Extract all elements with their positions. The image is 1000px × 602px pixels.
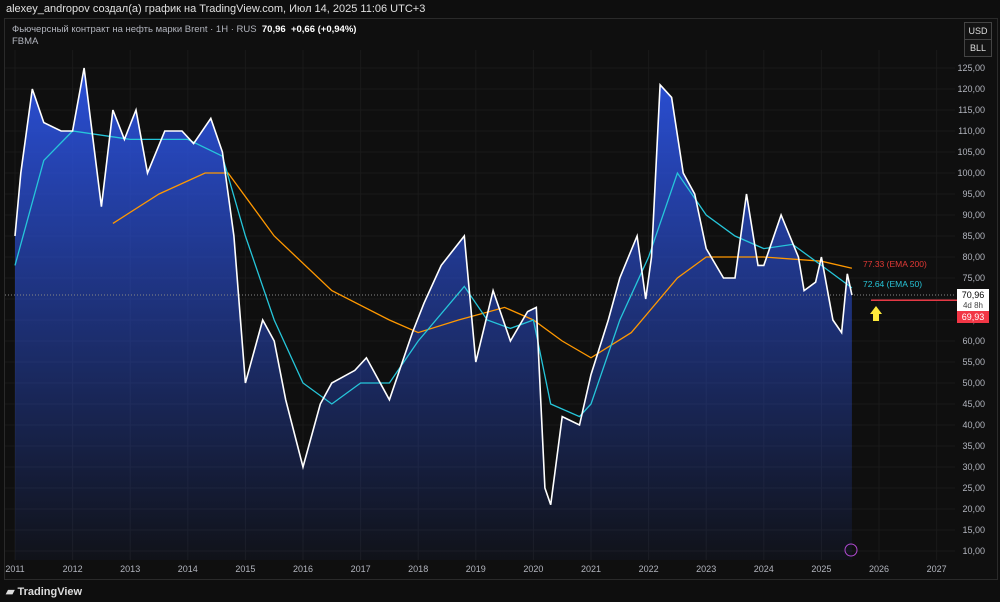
countdown-label: 4d 8h — [963, 301, 983, 310]
symbol-name: Фьючерсный контракт на нефть марки Brent… — [12, 24, 257, 35]
logo-icon: ▰ — [6, 586, 18, 598]
x-tick-label: 2020 — [523, 564, 543, 574]
price-area — [15, 68, 852, 560]
x-tick-label: 2012 — [63, 564, 83, 574]
ticker: FBMA — [12, 36, 39, 47]
y-tick-label: 75,00 — [962, 273, 985, 283]
y-tick-label: 45,00 — [962, 399, 985, 409]
last-price: 70,96 — [261, 24, 286, 35]
y-tick-label: 60,00 — [962, 336, 985, 346]
x-tick-label: 2026 — [869, 564, 889, 574]
symbol-legend: Фьючерсный контракт на нефть марки Brent… — [12, 24, 356, 35]
x-tick-label: 2011 — [5, 564, 24, 574]
unit-button[interactable]: BLL — [964, 39, 992, 57]
x-tick-label: 2013 — [120, 564, 140, 574]
x-tick-label: 2017 — [351, 564, 371, 574]
x-tick-label: 2018 — [408, 564, 428, 574]
y-tick-label: 55,00 — [962, 357, 985, 367]
prev-price-label: 69,93 — [962, 312, 985, 322]
y-tick-label: 25,00 — [962, 483, 985, 493]
ema50-label: 72.64 (EMA 50) — [863, 279, 922, 289]
y-tick-label: 10,00 — [962, 546, 985, 556]
y-tick-label: 80,00 — [962, 252, 985, 262]
y-tick-label: 95,00 — [962, 189, 985, 199]
ema200-label: 77.33 (EMA 200) — [863, 259, 927, 269]
y-tick-label: 105,00 — [957, 147, 985, 157]
x-tick-label: 2025 — [811, 564, 831, 574]
price-label: 70,96 — [962, 290, 985, 300]
x-tick-label: 2016 — [293, 564, 313, 574]
x-tick-label: 2019 — [466, 564, 486, 574]
y-tick-label: 120,00 — [957, 84, 985, 94]
x-tick-label: 2023 — [696, 564, 716, 574]
y-tick-label: 90,00 — [962, 210, 985, 220]
y-tick-label: 125,00 — [957, 63, 985, 73]
x-tick-label: 2027 — [927, 564, 947, 574]
tradingview-logo[interactable]: ▰ TradingView — [6, 585, 82, 598]
y-tick-label: 30,00 — [962, 462, 985, 472]
y-tick-label: 50,00 — [962, 378, 985, 388]
y-tick-label: 110,00 — [958, 126, 985, 136]
y-tick-label: 20,00 — [962, 504, 985, 514]
x-tick-label: 2015 — [235, 564, 255, 574]
y-tick-label: 85,00 — [962, 231, 985, 241]
x-tick-label: 2014 — [178, 564, 198, 574]
y-tick-label: 40,00 — [962, 420, 985, 430]
price-chart[interactable]: 77.33 (EMA 200) 72.64 (EMA 50) 10,00 15,00 2… — [0, 0, 1000, 602]
y-tick-label: 100,00 — [957, 168, 985, 178]
x-tick-label: 2022 — [639, 564, 659, 574]
brand-name: TradingView — [17, 586, 83, 598]
x-tick-label: 2024 — [754, 564, 774, 574]
y-tick-label: 35,00 — [962, 441, 985, 451]
x-tick-label: 2021 — [581, 564, 601, 574]
y-tick-label: 15,00 — [962, 525, 985, 535]
y-tick-label: 115,00 — [958, 105, 985, 115]
arrow-up-icon — [870, 306, 882, 321]
currency-button[interactable]: USD — [964, 22, 992, 40]
price-change: +0,66 (+0,94%) — [290, 24, 357, 35]
